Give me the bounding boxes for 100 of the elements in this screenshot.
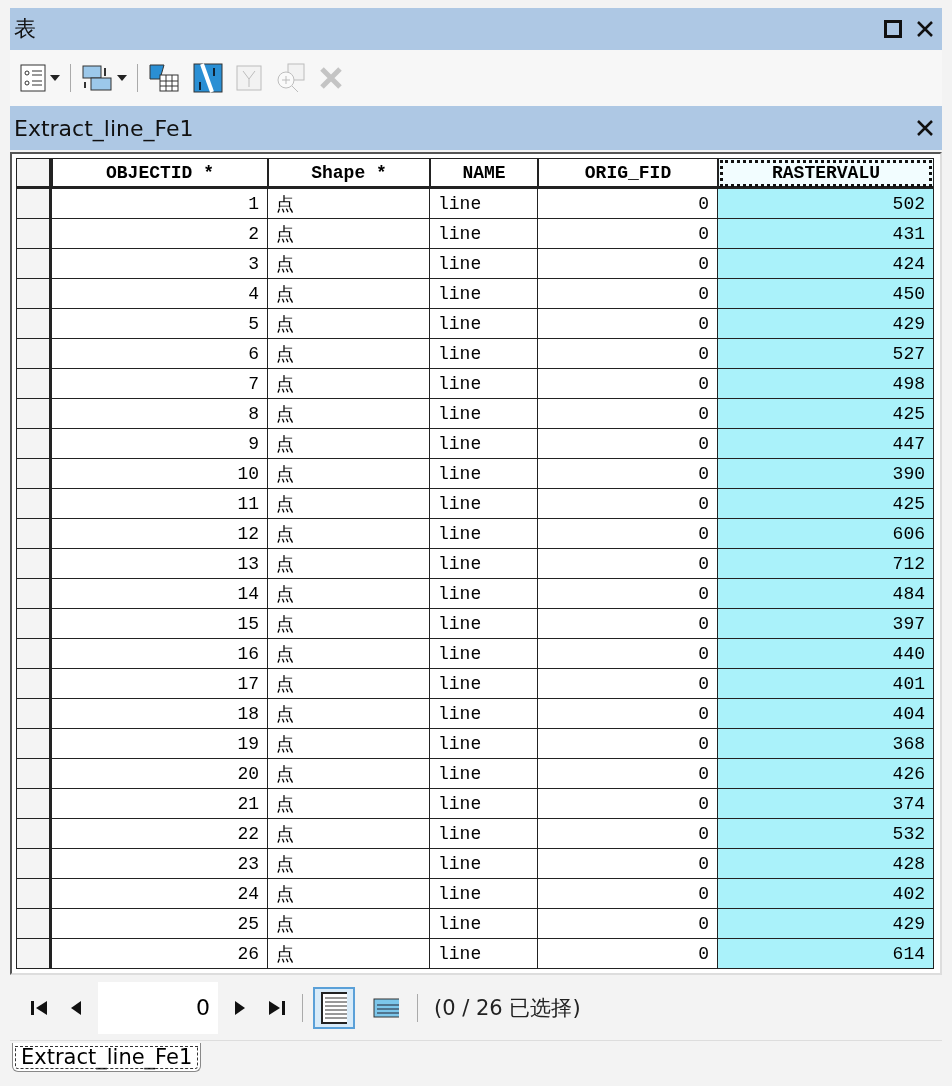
row-selector[interactable]: [16, 549, 52, 579]
table-cell: 17: [52, 669, 268, 699]
select-by-attributes-icon: [148, 63, 180, 93]
column-header[interactable]: Shape *: [268, 158, 430, 189]
table-cell: 点: [268, 279, 430, 309]
row-selector[interactable]: [16, 579, 52, 609]
column-header[interactable]: OBJECTID *: [52, 158, 268, 189]
table-cell: 712: [718, 549, 934, 579]
row-selector[interactable]: [16, 819, 52, 849]
column-header[interactable]: RASTERVALU: [718, 158, 934, 189]
table-cell: 点: [268, 609, 430, 639]
row-selector[interactable]: [16, 279, 52, 309]
toolbar-button[interactable]: [146, 61, 182, 95]
row-selector[interactable]: [16, 639, 52, 669]
table-cell: 点: [268, 489, 430, 519]
row-selector[interactable]: [16, 429, 52, 459]
row-selector[interactable]: [16, 729, 52, 759]
row-selector[interactable]: [16, 339, 52, 369]
table-cell: 0: [538, 249, 718, 279]
table-cell: line: [430, 849, 538, 879]
table-cell: 4: [52, 279, 268, 309]
table-cell: 点: [268, 519, 430, 549]
table-cell: 401: [718, 669, 934, 699]
table-cell: 368: [718, 729, 934, 759]
row-selector[interactable]: [16, 369, 52, 399]
row-selector[interactable]: [16, 609, 52, 639]
row-selector[interactable]: [16, 189, 52, 219]
row-selector[interactable]: [16, 489, 52, 519]
table-cell: 404: [718, 699, 934, 729]
table-cell: line: [430, 819, 538, 849]
table-cell: line: [430, 219, 538, 249]
table-cell: line: [430, 519, 538, 549]
record-field[interactable]: 0: [98, 981, 218, 1034]
column-header[interactable]: NAME: [430, 158, 538, 189]
table-cell: line: [430, 579, 538, 609]
table-cell: 8: [52, 399, 268, 429]
caret-icon: [50, 75, 60, 81]
table-cell: line: [430, 189, 538, 219]
table-tab[interactable]: Extract_line_Fe1: [12, 1043, 202, 1072]
table-cell: 0: [538, 279, 718, 309]
table-cell: line: [430, 279, 538, 309]
table-title: Extract_line_Fe1: [14, 115, 194, 141]
dropdown-button[interactable]: [18, 62, 62, 94]
table-cell: 20: [52, 759, 268, 789]
table-cell: line: [430, 399, 538, 429]
table-cell: 0: [538, 489, 718, 519]
table-cell: 18: [52, 699, 268, 729]
table-cell: 0: [538, 609, 718, 639]
table-cell: 0: [538, 459, 718, 489]
clear-selection-icon: [236, 65, 262, 91]
row-selector[interactable]: [16, 759, 52, 789]
table-cell: 1: [52, 189, 268, 219]
table-cell: line: [430, 639, 538, 669]
table-cell: 2: [52, 219, 268, 249]
table-cell: 15: [52, 609, 268, 639]
close-icon[interactable]: [916, 20, 934, 38]
table-cell: line: [430, 759, 538, 789]
row-selector[interactable]: [16, 849, 52, 879]
switch-selection-icon: [192, 62, 224, 94]
table-cell: 502: [718, 189, 934, 219]
table-cell: 0: [538, 819, 718, 849]
table-cell: 0: [538, 219, 718, 249]
table-cell: 3: [52, 249, 268, 279]
delete-icon: [318, 65, 344, 91]
row-selector[interactable]: [16, 699, 52, 729]
table-cell: line: [430, 909, 538, 939]
table-cell: 0: [538, 939, 718, 969]
table-cell: 429: [718, 309, 934, 339]
table-cell: 26: [52, 939, 268, 969]
row-selector[interactable]: [16, 879, 52, 909]
table-cell: 点: [268, 849, 430, 879]
row-selector[interactable]: [16, 789, 52, 819]
list-options-icon: [20, 64, 46, 92]
table-cell: line: [430, 489, 538, 519]
select-all-header[interactable]: [16, 158, 52, 189]
table-cell: 426: [718, 759, 934, 789]
table-cell: 484: [718, 579, 934, 609]
table-cell: 点: [268, 549, 430, 579]
row-selector[interactable]: [16, 669, 52, 699]
row-selector[interactable]: [16, 249, 52, 279]
row-selector[interactable]: [16, 519, 52, 549]
table-cell: 425: [718, 489, 934, 519]
table-cell: 点: [268, 189, 430, 219]
dropdown-button[interactable]: [79, 62, 129, 94]
view-toggle-button[interactable]: [313, 986, 355, 1029]
row-selector[interactable]: [16, 309, 52, 339]
first-record-icon: [30, 999, 48, 1016]
table-cell: 24: [52, 879, 268, 909]
row-selector[interactable]: [16, 939, 52, 969]
row-selector[interactable]: [16, 399, 52, 429]
row-selector[interactable]: [16, 219, 52, 249]
toolbar-button[interactable]: [190, 60, 226, 96]
last-record-icon: [268, 999, 286, 1016]
row-selector[interactable]: [16, 459, 52, 489]
table-cell: 429: [718, 909, 934, 939]
maximize-icon[interactable]: [884, 20, 902, 38]
table-cell: 点: [268, 879, 430, 909]
close-icon[interactable]: [916, 119, 934, 137]
column-header[interactable]: ORIG_FID: [538, 158, 718, 189]
row-selector[interactable]: [16, 909, 52, 939]
